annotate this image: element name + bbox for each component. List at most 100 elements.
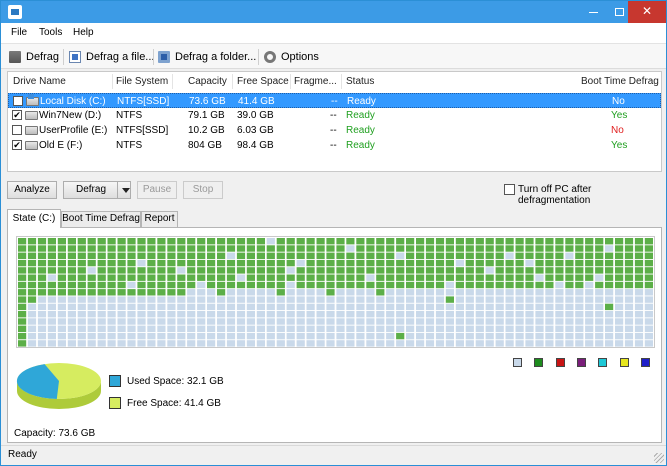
cluster-block [495, 311, 504, 318]
cluster-block [117, 274, 126, 281]
cluster-block [475, 332, 484, 340]
cluster-block [97, 267, 106, 274]
menu-file[interactable]: File [11, 27, 27, 38]
cluster-block [97, 311, 106, 318]
defrag-folder-button[interactable]: Defrag a folder... [158, 49, 256, 65]
cluster-block [286, 303, 295, 311]
cluster-block [226, 289, 236, 296]
column-header-drive-name[interactable]: Drive Name [13, 76, 66, 87]
stop-button[interactable]: Stop [183, 181, 223, 199]
column-divider[interactable] [172, 74, 173, 89]
cluster-block [27, 318, 37, 325]
drive-row[interactable]: Local Disk (C:) NTFS[SSD] 73.6 GB 41.4 GB --… [8, 93, 661, 108]
cluster-block [157, 245, 166, 252]
drive-checkbox[interactable]: ✔ [12, 110, 22, 120]
cluster-block [57, 311, 66, 318]
cluster-block [366, 281, 375, 289]
cluster-block [217, 274, 226, 281]
resize-grip[interactable] [654, 453, 664, 463]
menu-help[interactable]: Help [73, 27, 94, 38]
cluster-block [167, 340, 176, 347]
cluster-block [634, 274, 644, 281]
column-header-status[interactable]: Status [346, 76, 374, 87]
cluster-block [197, 289, 206, 296]
cluster-block [326, 267, 335, 274]
cluster-block [226, 311, 236, 318]
drive-checkbox[interactable] [13, 96, 23, 106]
cluster-block [217, 311, 226, 318]
column-header-boot-time-defrag[interactable]: Boot Time Defrag [581, 76, 659, 87]
column-header-file-system[interactable]: File System [116, 76, 168, 87]
turn-off-pc-checkbox[interactable] [504, 184, 515, 195]
drive-row[interactable]: ✔ Old E (F:) NTFS 804 GB 98.4 GB -- Ready Yes [8, 138, 661, 153]
cluster-block [346, 274, 355, 281]
cluster-block [595, 267, 604, 274]
cluster-block [107, 318, 116, 325]
column-header-capacity[interactable]: Capacity [188, 76, 227, 87]
cluster-block [505, 259, 514, 267]
pause-button[interactable]: Pause [137, 181, 177, 199]
drive-icon [25, 141, 38, 150]
cluster-block [515, 274, 524, 281]
cluster-block [624, 238, 634, 245]
defrag-file-button[interactable]: Defrag a file... [69, 49, 154, 65]
column-divider[interactable] [290, 74, 291, 89]
drive-row[interactable]: UserProfile (E:) NTFS[SSD] 10.2 GB 6.03 GB -… [8, 123, 661, 138]
cluster-block [167, 289, 176, 296]
cluster-block [127, 267, 136, 274]
drive-file-system: NTFS [116, 110, 143, 121]
tab-boot-time-defrag[interactable]: Boot Time Defrag [61, 211, 141, 227]
cluster-block [246, 303, 255, 311]
drive-status: Ready [346, 140, 375, 151]
cluster-block [167, 318, 176, 325]
cluster-block [217, 332, 226, 340]
column-divider[interactable] [112, 74, 113, 89]
cluster-block [356, 325, 365, 332]
cluster-block [495, 245, 504, 252]
drive-checkbox[interactable] [12, 125, 22, 135]
cluster-block [455, 281, 464, 289]
options-button[interactable]: Options [264, 49, 319, 65]
minimize-button[interactable] [580, 1, 606, 23]
cluster-block [246, 318, 255, 325]
defrag-button[interactable]: Defrag [63, 181, 119, 199]
cluster-block [386, 252, 395, 259]
menu-tools[interactable]: Tools [39, 27, 62, 38]
analyze-button[interactable]: Analyze [7, 181, 57, 199]
cluster-block [495, 289, 504, 296]
tab-state[interactable]: State (C:) [7, 209, 61, 228]
column-divider[interactable] [341, 74, 342, 89]
cluster-block [605, 238, 614, 245]
cluster-block [555, 259, 564, 267]
column-header-fragmentation[interactable]: Fragme... [294, 76, 337, 87]
cluster-block [634, 259, 644, 267]
drive-row[interactable]: ✔ Win7New (D:) NTFS 79.1 GB 39.0 GB -- Ready Ye… [8, 108, 661, 123]
cluster-block [495, 267, 504, 274]
cluster-block [585, 340, 594, 347]
drive-checkbox[interactable]: ✔ [12, 140, 22, 150]
cluster-block [217, 303, 226, 311]
cluster-block [634, 267, 644, 274]
cluster-block [18, 318, 27, 325]
tab-report[interactable]: Report [141, 211, 178, 227]
cluster-block [266, 296, 275, 303]
cluster-block [256, 340, 265, 347]
cluster-block [515, 281, 524, 289]
column-header-free-space[interactable]: Free Space [237, 76, 289, 87]
cluster-block [47, 311, 56, 318]
cluster-block [246, 340, 255, 347]
legend-color-key [620, 358, 629, 367]
cluster-block [565, 252, 574, 259]
defrag-dropdown-button[interactable] [117, 181, 131, 199]
close-button[interactable]: ✕ [628, 1, 666, 23]
cluster-block [336, 296, 345, 303]
cluster-block [306, 296, 315, 303]
cluster-block [575, 245, 584, 252]
cluster-block [97, 238, 106, 245]
cluster-block [565, 274, 574, 281]
defrag-tool-button[interactable]: Defrag [9, 49, 59, 65]
cluster-block [157, 281, 166, 289]
cluster-block [495, 274, 504, 281]
drive-name: Old E (F:) [39, 140, 83, 151]
column-divider[interactable] [232, 74, 233, 89]
